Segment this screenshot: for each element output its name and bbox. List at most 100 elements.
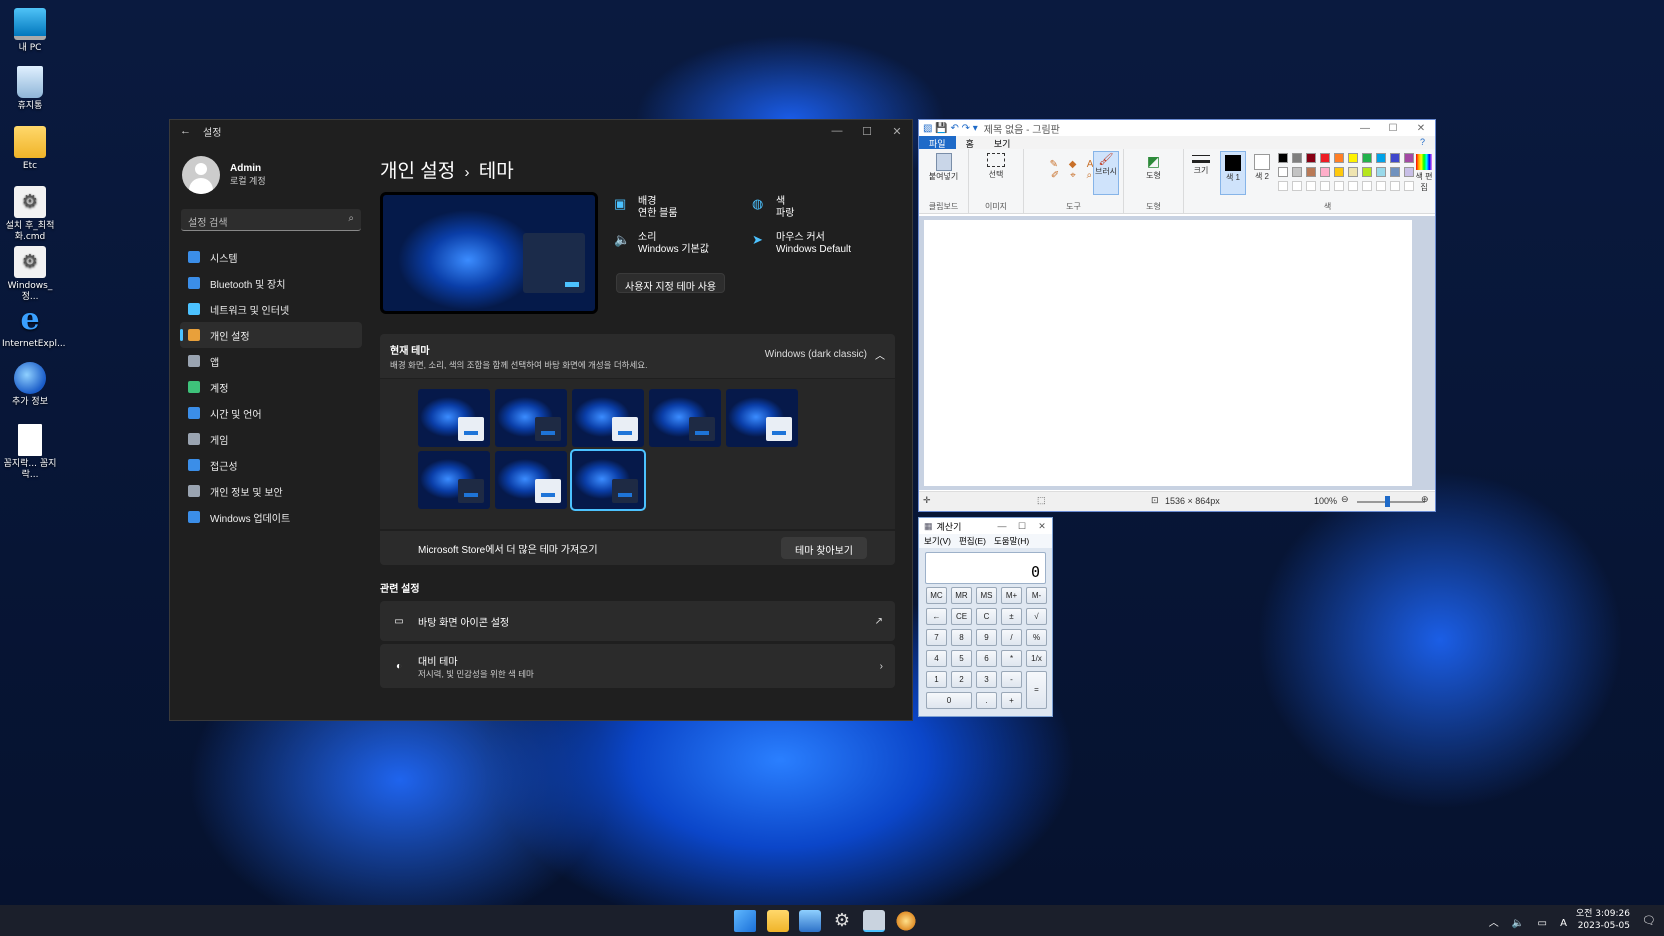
palette-swatch[interactable] — [1306, 153, 1316, 163]
palette-swatch[interactable] — [1278, 153, 1288, 163]
ime-indicator[interactable]: A — [1560, 918, 1572, 929]
paint-canvas[interactable] — [924, 220, 1412, 486]
desktop-icon-my-pc[interactable]: 내 PC — [2, 8, 58, 54]
zoom-in-button[interactable]: ⊕ — [1421, 494, 1429, 505]
prop-color[interactable]: ◍ 색 파랑 — [752, 196, 794, 220]
menu-help[interactable]: 도움말(H) — [994, 535, 1029, 547]
desktop-icon-info[interactable]: 추가 정보 — [2, 362, 58, 408]
palette-swatch[interactable] — [1376, 153, 1386, 163]
settings-titlebar[interactable]: ← 설정 — ☐ ✕ — [170, 120, 912, 142]
maximize-button[interactable]: ☐ — [852, 125, 882, 138]
palette-swatch-empty[interactable] — [1292, 181, 1302, 191]
size-button[interactable]: 크기 — [1184, 149, 1218, 214]
calc-key[interactable]: 3 — [976, 671, 997, 688]
browse-themes-button[interactable]: 테마 찾아보기 — [781, 537, 867, 559]
desktop-icon-etc[interactable]: Etc — [2, 126, 58, 172]
palette-swatch-empty[interactable] — [1362, 181, 1372, 191]
calc-key[interactable]: / — [1001, 629, 1022, 646]
calc-key[interactable]: 6 — [976, 650, 997, 667]
calc-key[interactable]: MR — [951, 587, 972, 604]
current-theme-header[interactable]: 현재 테마 배경 화면, 소리, 색의 조합을 함께 선택하여 바탕 화면에 개… — [380, 334, 895, 378]
color1-button[interactable]: 색 1 — [1220, 151, 1246, 195]
theme-thumbnail[interactable] — [726, 389, 798, 447]
start-button[interactable] — [734, 910, 756, 932]
sidebar-item-6[interactable]: 시간 및 언어 — [180, 400, 362, 426]
theme-thumbnail[interactable] — [418, 451, 490, 509]
maximize-button[interactable]: ☐ — [1379, 123, 1407, 134]
tab-view[interactable]: 보기 — [984, 136, 1021, 149]
calc-key[interactable]: 5 — [951, 650, 972, 667]
desktop-icon-settings-row[interactable]: ▭ 바탕 화면 아이콘 설정 ↗ — [380, 601, 895, 641]
calc-key[interactable]: √ — [1026, 608, 1047, 625]
desktop-icon-document[interactable]: 꼼지락... 꼼지락... — [2, 424, 58, 481]
calc-key[interactable]: + — [1001, 692, 1022, 709]
palette-swatch-empty[interactable] — [1278, 181, 1288, 191]
palette-swatch[interactable] — [1320, 167, 1330, 177]
calc-key[interactable]: . — [976, 692, 997, 709]
calc-key[interactable]: 7 — [926, 629, 947, 646]
palette-swatch[interactable] — [1348, 167, 1358, 177]
breadcrumb-parent[interactable]: 개인 설정 — [380, 161, 455, 182]
palette-swatch[interactable] — [1362, 153, 1372, 163]
palette-swatch-empty[interactable] — [1390, 181, 1400, 191]
calc-key[interactable]: 8 — [951, 629, 972, 646]
select-button[interactable]: 선택 — [969, 153, 1023, 180]
palette-swatch[interactable] — [1334, 153, 1344, 163]
theme-thumbnail[interactable] — [570, 449, 646, 511]
sidebar-item-2[interactable]: 네트워크 및 인터넷 — [180, 296, 362, 322]
clock[interactable]: 오전 3:09:26 2023-05-05 — [1576, 908, 1630, 932]
calc-key[interactable]: C — [976, 608, 997, 625]
paint-titlebar[interactable]: ▧ 💾 ↶ ↷ ▾ 제목 없음 - 그림판 — ☐ ✕ — [919, 120, 1435, 136]
minimize-button[interactable]: — — [992, 521, 1012, 532]
calc-key[interactable]: M- — [1026, 587, 1047, 604]
calc-key[interactable]: ← — [926, 608, 947, 625]
calc-key[interactable]: M+ — [1001, 587, 1022, 604]
paste-button[interactable]: 붙여넣기 — [919, 153, 968, 182]
close-button[interactable]: ✕ — [1032, 521, 1052, 532]
close-button[interactable]: ✕ — [882, 125, 912, 138]
calc-key[interactable]: = — [1026, 671, 1047, 709]
calc-key[interactable]: 4 — [926, 650, 947, 667]
calc-key[interactable]: % — [1026, 629, 1047, 646]
desktop-icon-optimize-cmd[interactable]: ⚙ 설치 후_최적화.cmd — [2, 186, 58, 243]
sidebar-item-3[interactable]: 개인 설정 — [180, 322, 362, 348]
file-explorer-icon[interactable] — [767, 910, 789, 932]
palette-swatch[interactable] — [1278, 167, 1288, 177]
use-custom-theme-button[interactable]: 사용자 지정 테마 사용 — [616, 273, 726, 293]
minimize-button[interactable]: — — [1351, 123, 1379, 134]
theme-thumbnail[interactable] — [495, 451, 567, 509]
palette-swatch[interactable] — [1292, 167, 1302, 177]
palette-swatch-empty[interactable] — [1334, 181, 1344, 191]
calc-key[interactable]: 1/x — [1026, 650, 1047, 667]
theme-thumbnail[interactable] — [495, 389, 567, 447]
calc-key[interactable]: 1 — [926, 671, 947, 688]
palette-swatch[interactable] — [1334, 167, 1344, 177]
palette-swatch-empty[interactable] — [1320, 181, 1330, 191]
palette-swatch[interactable] — [1320, 153, 1330, 163]
palette-swatch[interactable] — [1362, 167, 1372, 177]
calculator-taskbar-icon[interactable] — [863, 910, 885, 932]
palette-swatch[interactable] — [1390, 167, 1400, 177]
contrast-theme-row[interactable]: ◐ 대비 테마 저시력, 빛 민감성을 위한 색 테마 › — [380, 644, 895, 688]
calc-key[interactable]: ± — [1001, 608, 1022, 625]
calc-titlebar[interactable]: ▦ 계산기 — ☐ ✕ — [919, 518, 1052, 534]
calc-key[interactable]: 2 — [951, 671, 972, 688]
zoom-slider-thumb[interactable] — [1385, 496, 1390, 507]
desktop-icon-recycle-bin[interactable]: 휴지통 — [2, 66, 58, 112]
sidebar-item-4[interactable]: 앱 — [180, 348, 362, 374]
paint-taskbar-icon[interactable] — [895, 910, 917, 932]
sidebar-item-7[interactable]: 게임 — [180, 426, 362, 452]
desktop-icon-windows[interactable]: ⚙ Windows_정... — [2, 246, 58, 303]
edit-colors-button[interactable]: 색 편집 — [1413, 151, 1435, 193]
tray-icons[interactable]: ︿ 🔈 ▭ A — [1489, 914, 1572, 929]
brush-button[interactable]: 🖌 브러시 — [1093, 151, 1119, 195]
calc-key[interactable]: CE — [951, 608, 972, 625]
photos-icon[interactable] — [799, 910, 821, 932]
settings-search-input[interactable]: 설정 검색 ⌕ — [181, 209, 361, 231]
calc-key[interactable]: 0 — [926, 692, 972, 709]
maximize-button[interactable]: ☐ — [1012, 521, 1032, 532]
sidebar-item-5[interactable]: 계정 — [180, 374, 362, 400]
calc-key[interactable]: MC — [926, 587, 947, 604]
shapes-button[interactable]: ◩ 도형 — [1124, 153, 1183, 181]
minimize-button[interactable]: — — [822, 125, 852, 138]
